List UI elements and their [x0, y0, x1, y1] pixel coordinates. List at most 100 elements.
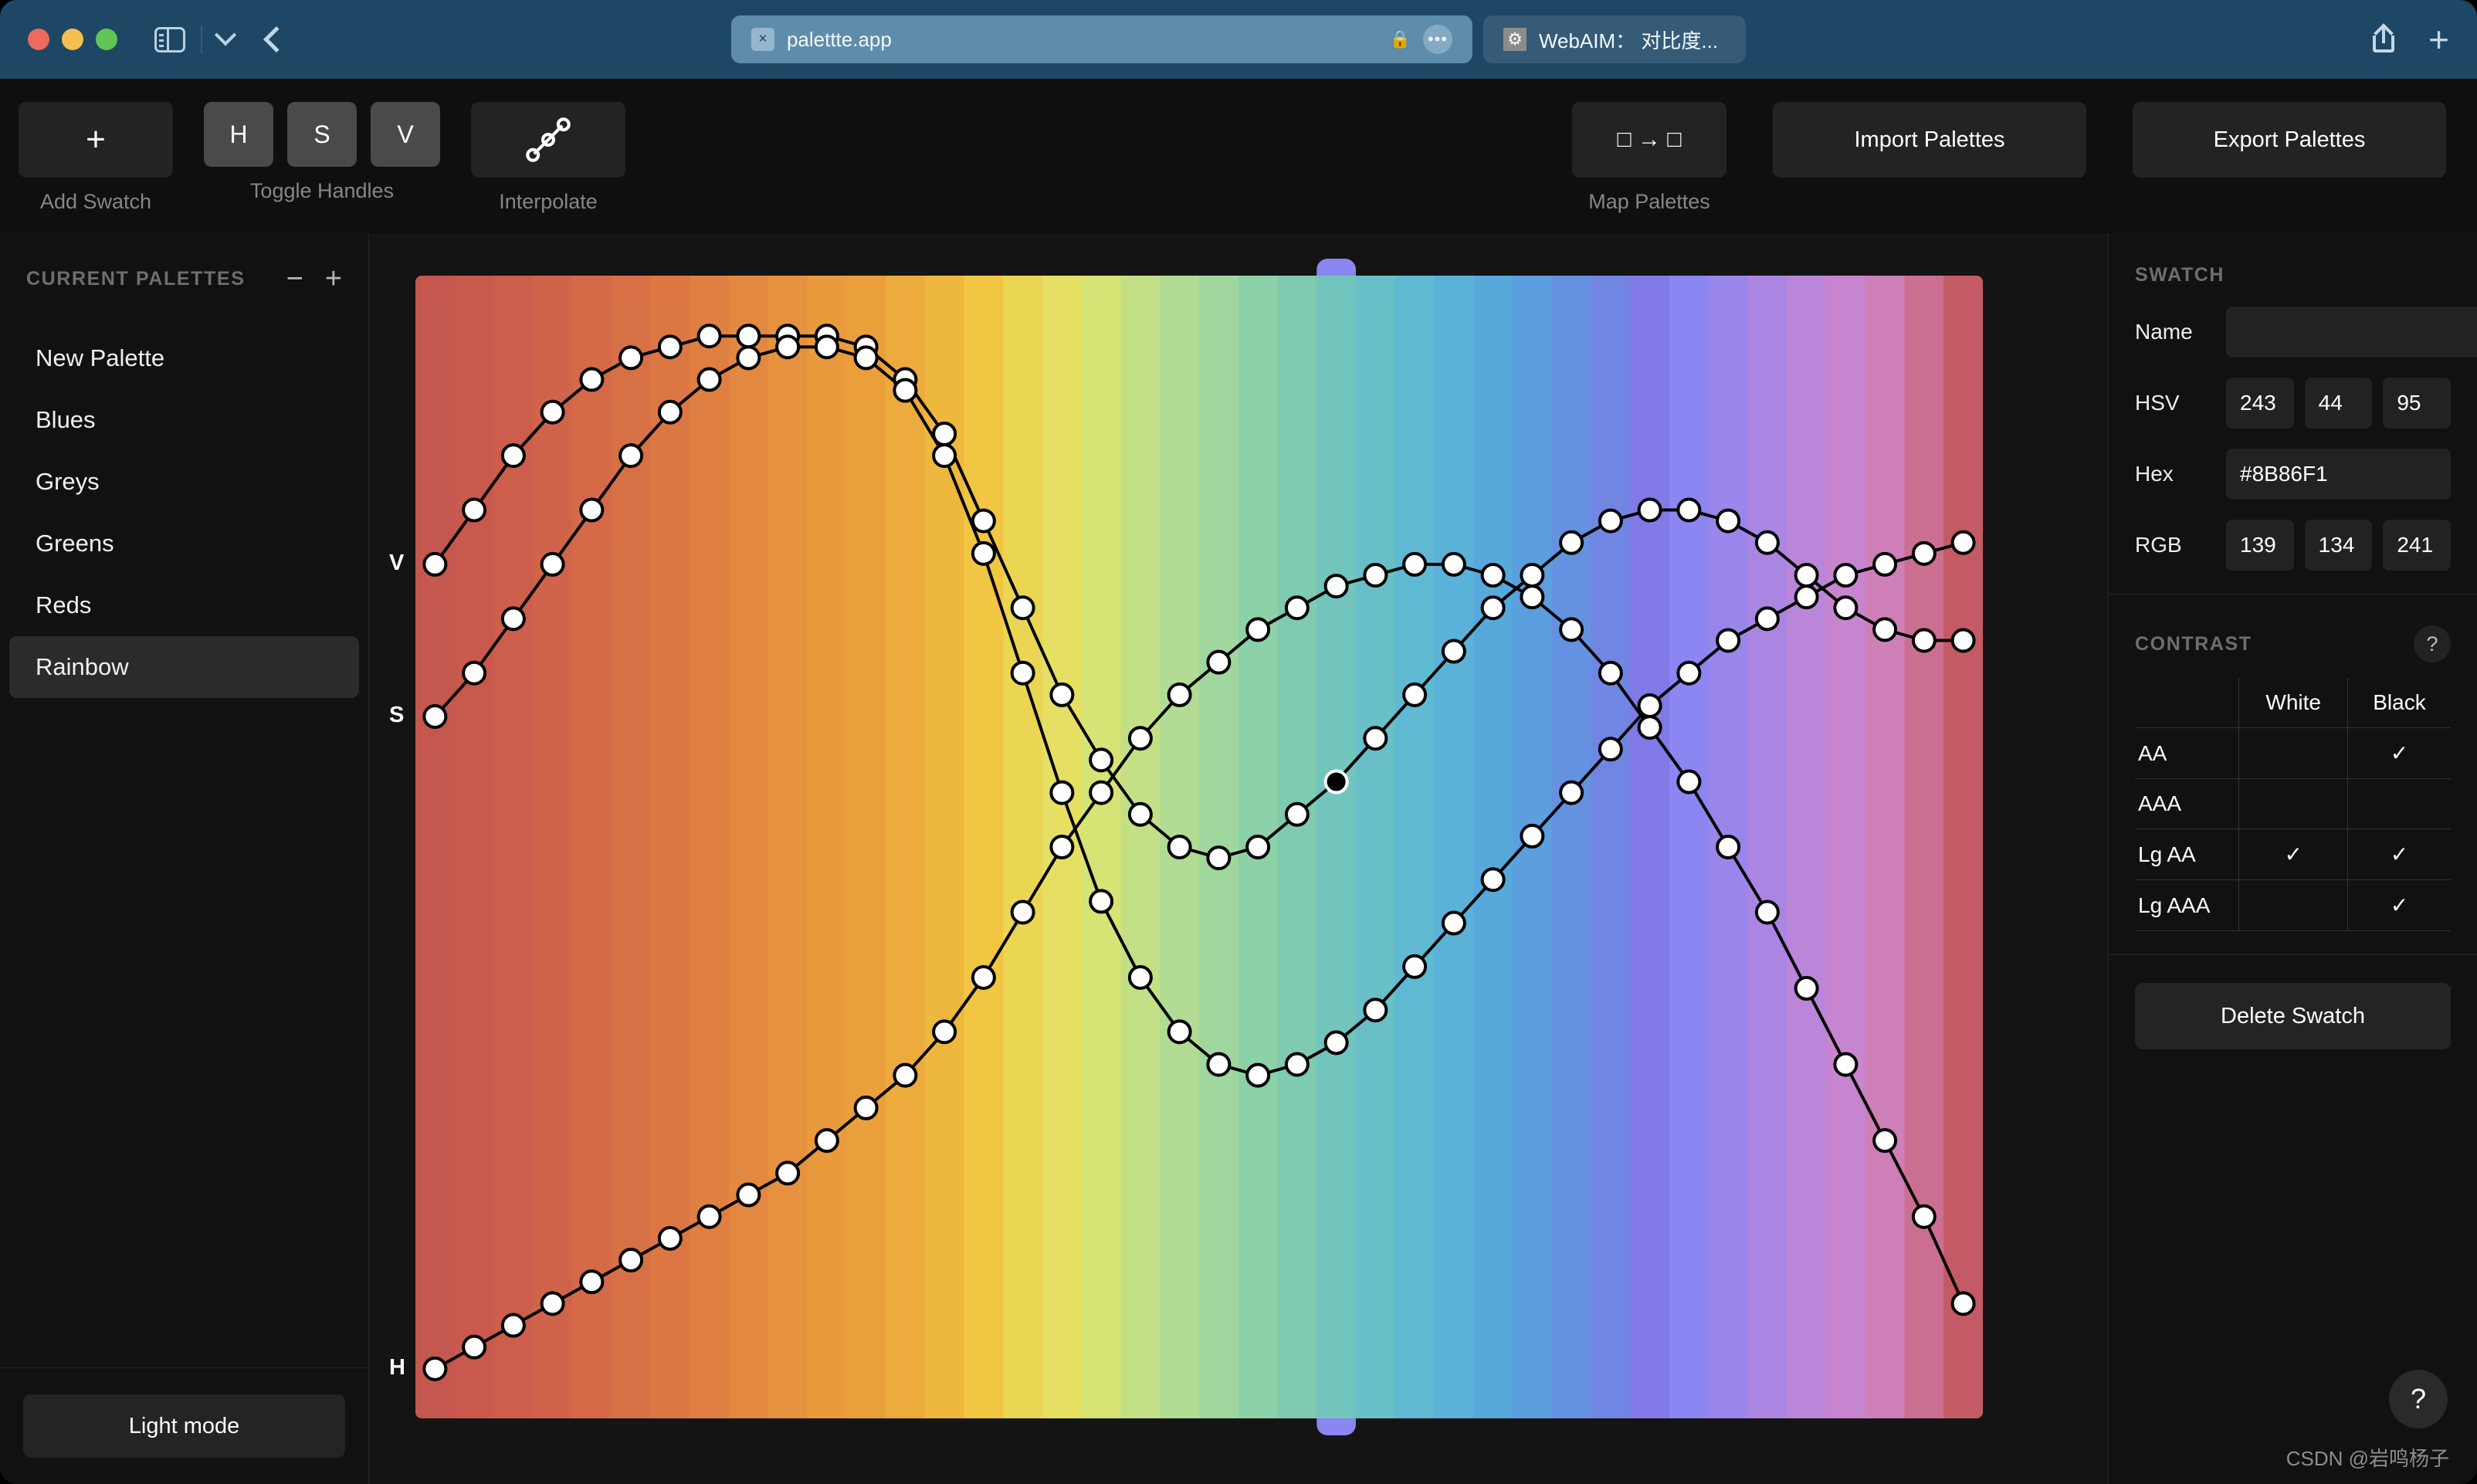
toggle-handle-v[interactable]: V	[371, 102, 440, 167]
curve-handle[interactable]	[1247, 836, 1269, 858]
sidebar-toggle-icon[interactable]	[154, 27, 185, 53]
curve-handle[interactable]	[542, 1293, 564, 1314]
curve-handle[interactable]	[1326, 771, 1347, 793]
swatch-band[interactable]	[1082, 276, 1121, 1418]
swatch-band[interactable]	[455, 276, 494, 1418]
swatch-band[interactable]	[1473, 276, 1513, 1418]
curve-handle[interactable]	[1600, 662, 1621, 684]
swatch-band[interactable]	[768, 276, 808, 1418]
rgb-g-input[interactable]: 134	[2305, 520, 2373, 571]
curve-handle[interactable]	[816, 336, 838, 357]
curve-handle[interactable]	[620, 347, 642, 368]
swatch-band[interactable]	[1787, 276, 1826, 1418]
swatch-band[interactable]	[1591, 276, 1631, 1418]
curve-handle[interactable]	[1560, 618, 1582, 640]
curve-handle[interactable]	[581, 369, 602, 391]
swatch-band[interactable]	[1865, 276, 1905, 1418]
hsv-h-input[interactable]: 243	[2226, 378, 2294, 429]
curve-handle[interactable]	[1247, 618, 1269, 640]
curve-handle[interactable]	[699, 325, 720, 347]
chevron-down-icon[interactable]	[215, 24, 236, 46]
swatch-band[interactable]	[533, 276, 572, 1418]
toggle-handle-s[interactable]: S	[287, 102, 357, 167]
curve-handle[interactable]	[699, 1206, 720, 1228]
swatch-bands[interactable]	[415, 276, 1984, 1418]
curve-handle[interactable]	[542, 401, 564, 423]
delete-swatch-button[interactable]: Delete Swatch	[2135, 983, 2451, 1049]
curve-handle[interactable]	[1560, 782, 1582, 804]
curve-handle[interactable]	[659, 336, 681, 357]
swatch-band[interactable]	[1435, 276, 1474, 1418]
name-input[interactable]	[2226, 307, 2477, 357]
curve-handle[interactable]	[1757, 901, 1778, 923]
curve-handle[interactable]	[463, 500, 485, 521]
curve-handle[interactable]	[620, 445, 642, 466]
curve-handle[interactable]	[1012, 662, 1034, 684]
palette-item-new-palette[interactable]: New Palette	[9, 327, 359, 389]
interpolate-button[interactable]	[471, 102, 625, 178]
swatch-band[interactable]	[1356, 276, 1395, 1418]
swatch-band[interactable]	[1316, 276, 1356, 1418]
curve-handle[interactable]	[1326, 575, 1347, 597]
curve-handle[interactable]	[1835, 597, 1856, 618]
curve-handle[interactable]	[777, 336, 798, 357]
curve-handle[interactable]	[503, 608, 524, 629]
swatch-band[interactable]	[886, 276, 925, 1418]
swatch-band[interactable]	[964, 276, 1004, 1418]
curve-handle[interactable]	[503, 1315, 524, 1337]
curve-handle[interactable]	[973, 510, 995, 532]
curve-handle[interactable]	[424, 554, 446, 575]
swatch-band[interactable]	[1278, 276, 1317, 1418]
close-window-button[interactable]	[28, 29, 49, 50]
curve-handle[interactable]	[856, 347, 877, 368]
curve-handle[interactable]	[934, 1021, 955, 1042]
more-icon[interactable]: •••	[1423, 25, 1452, 54]
curve-handle[interactable]	[816, 1130, 838, 1151]
curve-handle[interactable]	[1482, 564, 1504, 586]
hex-input[interactable]: #8B86F1	[2226, 449, 2451, 500]
curve-handle[interactable]	[1012, 901, 1034, 923]
curve-handle[interactable]	[581, 500, 602, 521]
curve-handle[interactable]	[1404, 554, 1425, 575]
curve-handle[interactable]	[1913, 629, 1935, 651]
hsv-s-input[interactable]: 44	[2305, 378, 2373, 429]
curve-handle[interactable]	[1678, 771, 1699, 793]
swatch-band[interactable]	[415, 276, 455, 1418]
rgb-b-input[interactable]: 241	[2383, 520, 2451, 571]
maximize-window-button[interactable]	[96, 29, 117, 50]
curve-handle[interactable]	[777, 1162, 798, 1184]
curve-handle[interactable]	[1560, 532, 1582, 554]
curve-handle[interactable]	[1717, 510, 1739, 532]
tab-webaim[interactable]: ⚙ WebAIM： 对比度...	[1483, 15, 1746, 63]
palette-graph[interactable]	[415, 276, 1983, 1418]
curve-handle[interactable]	[1678, 500, 1699, 521]
palette-item-greys[interactable]: Greys	[9, 451, 359, 513]
curve-handle[interactable]	[1247, 1065, 1269, 1086]
back-chevron-icon[interactable]	[263, 26, 290, 53]
curve-handle[interactable]	[934, 445, 955, 466]
swatch-band[interactable]	[1669, 276, 1709, 1418]
curve-handle[interactable]	[1913, 543, 1935, 564]
curve-handle[interactable]	[973, 967, 995, 988]
curve-handle[interactable]	[1874, 554, 1896, 575]
swatch-band[interactable]	[846, 276, 886, 1418]
curve-handle[interactable]	[1208, 847, 1229, 869]
add-palette-button[interactable]: +	[325, 264, 342, 293]
swatch-band[interactable]	[572, 276, 612, 1418]
curve-handle[interactable]	[1717, 836, 1739, 858]
swatch-band[interactable]	[1552, 276, 1591, 1418]
curve-handle[interactable]	[1404, 956, 1425, 977]
curve-handle[interactable]	[1404, 684, 1425, 706]
contrast-help-button[interactable]: ?	[2414, 625, 2451, 662]
light-mode-button[interactable]: Light mode	[23, 1394, 345, 1458]
curve-handle[interactable]	[1130, 727, 1151, 749]
palette-item-rainbow[interactable]: Rainbow	[9, 636, 359, 698]
swatch-band[interactable]	[1630, 276, 1669, 1418]
import-palettes-button[interactable]: Import Palettes	[1773, 102, 2086, 178]
curve-handle[interactable]	[1090, 749, 1112, 771]
curve-handle[interactable]	[1913, 1206, 1935, 1228]
curve-handle[interactable]	[1286, 804, 1308, 825]
curve-handle[interactable]	[1326, 1032, 1347, 1053]
curve-handle[interactable]	[1521, 825, 1543, 847]
curve-handle[interactable]	[1953, 629, 1974, 651]
